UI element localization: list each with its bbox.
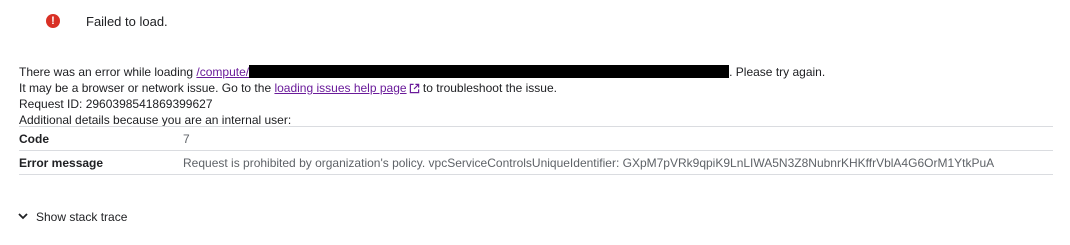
network-issue-prefix: It may be a browser or network issue. Go… bbox=[19, 81, 275, 95]
error-message-text: Request is prohibited by organization's … bbox=[183, 155, 995, 170]
error-details-text: There was an error while loading /comput… bbox=[19, 64, 1054, 128]
table-row: Error message Request is prohibited by o… bbox=[19, 150, 1053, 175]
load-error-prefix: There was an error while loading bbox=[19, 65, 197, 79]
stack-trace-label: Show stack trace bbox=[36, 210, 128, 224]
details-table: Code 7 Error message Request is prohibit… bbox=[19, 126, 1053, 175]
error-banner: ! Failed to load. bbox=[46, 12, 168, 30]
load-error-suffix: . Please try again. bbox=[729, 65, 826, 79]
load-error-line: There was an error while loading /comput… bbox=[19, 64, 1054, 80]
table-row: Code 7 bbox=[19, 126, 1053, 151]
chevron-down-icon bbox=[16, 209, 30, 226]
network-issue-line: It may be a browser or network issue. Go… bbox=[19, 80, 1054, 96]
code-value-text: 7 bbox=[183, 131, 190, 146]
error-message-value: Request is prohibited by organization's … bbox=[183, 151, 1053, 175]
banner-title: Failed to load. bbox=[86, 13, 168, 29]
external-link-icon[interactable] bbox=[409, 82, 420, 98]
error-icon: ! bbox=[46, 14, 60, 28]
code-value: 7 bbox=[183, 127, 1053, 151]
network-issue-suffix: to troubleshoot the issue. bbox=[419, 81, 557, 95]
code-label: Code bbox=[19, 131, 49, 146]
redacted-block bbox=[249, 65, 730, 78]
show-stack-trace-button[interactable]: Show stack trace bbox=[16, 208, 127, 226]
request-id: Request ID: 2960398541869399627 bbox=[19, 97, 213, 111]
error-message-label: Error message bbox=[19, 155, 104, 170]
help-page-link[interactable]: loading issues help page bbox=[274, 81, 406, 95]
compute-path-link[interactable]: /compute/ bbox=[196, 65, 249, 79]
